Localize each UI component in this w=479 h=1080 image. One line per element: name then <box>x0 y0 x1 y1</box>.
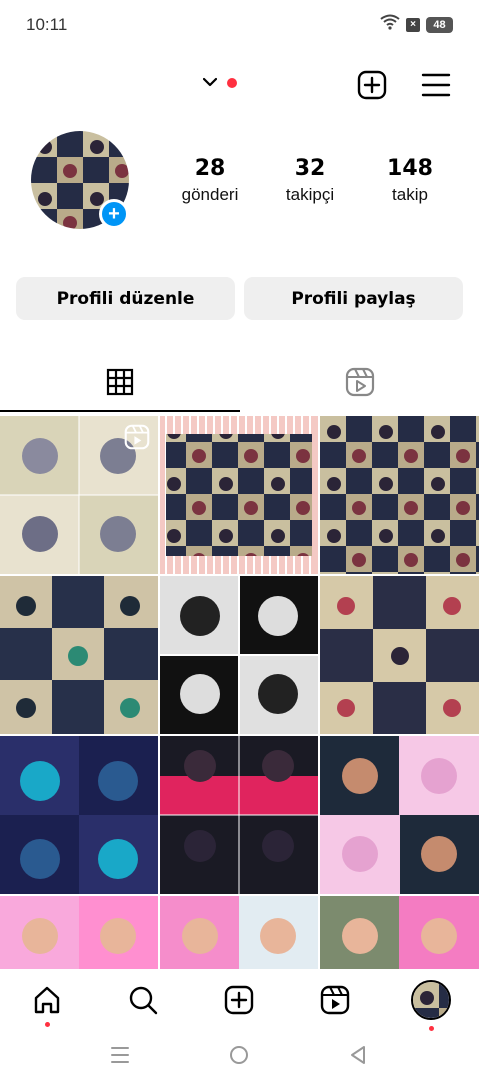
account-switcher[interactable] <box>202 74 237 92</box>
posts-stat[interactable]: 28 gönderi <box>165 156 255 205</box>
nav-reels[interactable] <box>313 978 357 1022</box>
add-story-icon[interactable]: + <box>99 199 129 229</box>
no-sim-icon: × <box>406 17 420 32</box>
status-bar: 10:11 × 48 <box>0 0 479 50</box>
post-thumbnail[interactable] <box>0 576 158 734</box>
bottom-navigation <box>0 970 479 1031</box>
back-button[interactable] <box>343 1040 373 1070</box>
menu-lines-icon <box>111 1047 129 1063</box>
notification-dot <box>227 78 237 88</box>
reels-icon <box>345 367 374 397</box>
nav-profile[interactable] <box>409 978 453 1031</box>
post-thumbnail[interactable] <box>160 896 318 969</box>
posts-label: gönderi <box>181 185 239 204</box>
active-tab-indicator <box>0 410 240 412</box>
post-thumbnail[interactable] <box>0 416 158 574</box>
nav-home[interactable] <box>25 978 69 1027</box>
post-thumbnail[interactable] <box>320 896 479 969</box>
posts-grid <box>0 416 479 969</box>
profile-avatar[interactable]: + <box>31 131 129 229</box>
following-stat[interactable]: 148 takip <box>365 156 455 205</box>
hamburger-icon <box>421 73 451 97</box>
content-tabs <box>0 352 479 414</box>
tab-posts-grid[interactable] <box>0 352 239 412</box>
search-icon <box>129 986 158 1015</box>
post-thumbnail[interactable] <box>160 416 318 574</box>
reel-indicator-icon <box>124 424 150 450</box>
chevron-down-icon <box>202 74 218 92</box>
nav-search[interactable] <box>121 978 165 1022</box>
edit-profile-button[interactable]: Profili düzenle <box>16 277 235 320</box>
following-count: 148 <box>387 156 433 181</box>
grid-icon <box>106 368 133 396</box>
wifi-icon <box>380 14 400 35</box>
followers-count: 32 <box>294 156 326 181</box>
create-post-button[interactable] <box>355 68 389 102</box>
following-label: takip <box>392 185 428 204</box>
circle-icon <box>230 1046 248 1064</box>
plus-square-icon <box>357 70 387 100</box>
posts-count: 28 <box>194 156 226 181</box>
post-thumbnail[interactable] <box>0 896 158 969</box>
menu-button[interactable] <box>419 68 453 102</box>
followers-stat[interactable]: 32 takipçi <box>265 156 355 205</box>
post-thumbnail[interactable] <box>320 416 479 574</box>
recent-apps-button[interactable] <box>105 1040 135 1070</box>
battery-indicator: 48 <box>426 16 453 33</box>
system-navigation-bar <box>0 1028 479 1080</box>
share-profile-button[interactable]: Profili paylaş <box>244 277 463 320</box>
post-thumbnail[interactable] <box>160 576 318 734</box>
home-icon <box>34 986 60 1014</box>
status-icons: × 48 <box>380 14 453 35</box>
profile-header <box>0 60 479 110</box>
post-thumbnail[interactable] <box>0 736 158 894</box>
back-triangle-icon <box>351 1046 365 1064</box>
tab-reels[interactable] <box>240 352 479 412</box>
reels-icon <box>320 985 350 1015</box>
plus-square-icon <box>224 985 254 1015</box>
status-time: 10:11 <box>26 15 68 34</box>
home-notification-dot <box>45 1022 50 1027</box>
profile-avatar-icon <box>411 980 451 1020</box>
nav-create[interactable] <box>217 978 261 1022</box>
profile-stats: 28 gönderi 32 takipçi 148 takip <box>160 156 460 205</box>
followers-label: takipçi <box>285 185 335 204</box>
home-button[interactable] <box>224 1040 254 1070</box>
post-thumbnail[interactable] <box>320 736 479 894</box>
post-thumbnail[interactable] <box>320 576 479 734</box>
post-thumbnail[interactable] <box>160 736 318 894</box>
